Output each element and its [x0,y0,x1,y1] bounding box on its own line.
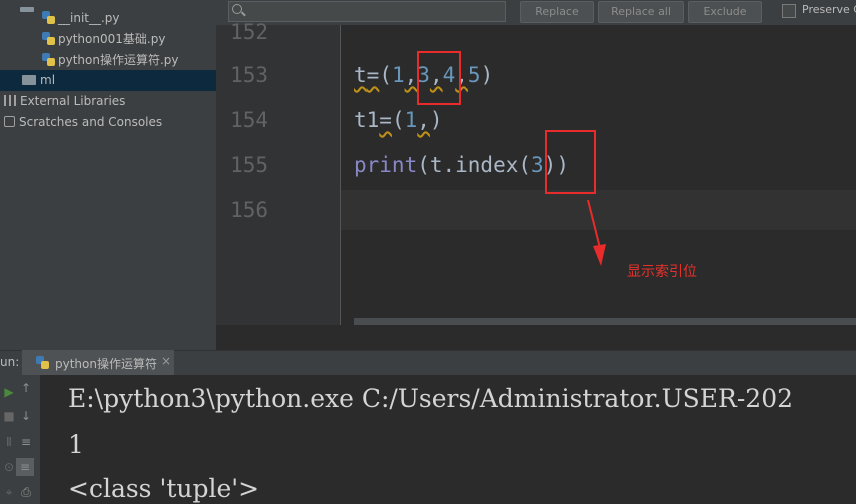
code-line-154[interactable]: t1=(1,) [354,108,443,132]
run-tab-label: python操作运算符 [55,357,157,371]
tree-item-label: __init__.py [58,11,120,25]
tree-item-label: External Libraries [20,94,126,108]
run-toolbar: ▶ ↑ ■ ↓ Ⅱ ≡ ⊙ ≡ ⌖ ⎙ [0,375,40,504]
line-number: 154 [230,108,268,132]
tree-top-folder-stub[interactable] [20,0,60,12]
tree-item-label: Scratches and Consoles [19,115,163,129]
code-token: ( [391,108,405,132]
code-token: = [379,108,392,132]
tree-item-label: python操作运算符.py [58,53,179,67]
folder-icon [22,75,36,85]
highlight-box-element-3 [417,51,461,105]
code-line-155[interactable]: print(t.index(3)) [354,153,569,177]
arrow-down-icon[interactable]: ↓ [18,409,34,423]
library-icon [4,95,16,106]
search-icon-handle [241,11,246,17]
tree-item-init[interactable]: __init__.py [42,8,120,29]
debug-icon[interactable]: ⊙ [1,460,17,474]
code-token: ) [429,108,443,132]
stop-icon[interactable]: ■ [1,409,17,423]
tree-item-label: ml [40,73,56,87]
pause-icon[interactable]: Ⅱ [1,435,17,449]
rerun-icon[interactable]: ▶ [1,385,17,399]
tree-item-operators[interactable]: python操作运算符.py [42,50,179,71]
code-number: 3 [531,153,544,177]
annotation-arrow-icon [587,199,606,266]
console-line: E:\python3\python.exe C:/Users/Administr… [68,384,793,413]
code-number: 1 [404,108,418,132]
horizontal-scrollbar[interactable] [354,318,856,325]
tree-item-external-libraries[interactable]: External Libraries [4,91,125,112]
code-number: 1 [391,63,405,87]
replace-all-button[interactable]: Replace all [598,1,684,23]
line-number: 155 [230,153,268,177]
tree-item-scratches[interactable]: Scratches and Consoles [4,112,162,133]
gutter-divider [340,25,341,325]
code-builtin: print [354,153,418,177]
print-icon[interactable]: ⎙ [18,485,34,499]
tree-item-label: python001基础.py [58,32,166,46]
code-token: , [417,108,430,132]
preserve-case-label: Preserve C [802,3,856,16]
run-label: un: [0,355,20,369]
python-file-icon [36,356,49,369]
tree-item-ml[interactable]: ml [22,70,55,91]
line-number: 153 [230,63,268,87]
exclude-button[interactable]: Exclude [688,1,762,23]
line-number: 152 [230,20,268,44]
soft-wrap-icon[interactable]: ≡ [18,435,34,449]
python-file-icon [42,11,55,24]
code-token: t [354,63,367,87]
code-token: , [404,63,418,87]
pin-icon[interactable]: ⌖ [1,485,17,499]
tree-item-python001[interactable]: python001基础.py [42,29,165,50]
folder-icon [20,7,34,12]
close-icon[interactable]: × [161,354,171,368]
preserve-case-checkbox[interactable] [782,4,796,18]
arrow-up-icon[interactable]: ↑ [18,381,34,395]
highlight-box-index-arg [545,130,596,194]
python-file-icon [42,53,55,66]
replace-button[interactable]: Replace [520,1,594,23]
annotation-label: 显示索引位 [627,264,697,280]
code-number: 5 [467,63,481,87]
code-token: t1 [354,108,380,132]
scroll-to-end-icon[interactable]: ≡ [16,458,34,476]
code-token: ) [480,63,494,87]
code-token: = [366,63,380,87]
console-line: <class 'tuple'> [68,474,260,503]
run-tab[interactable]: python操作运算符 × [22,350,174,375]
code-token: ( [379,63,392,87]
project-tree: __init__.py python001基础.py python操作运算符.p… [0,0,216,350]
console-line: 1 [68,430,84,459]
python-file-icon [42,32,55,45]
line-number: 156 [230,198,268,222]
scratches-icon [4,116,15,127]
code-token: (t.index( [417,153,532,177]
search-input[interactable] [228,1,506,22]
